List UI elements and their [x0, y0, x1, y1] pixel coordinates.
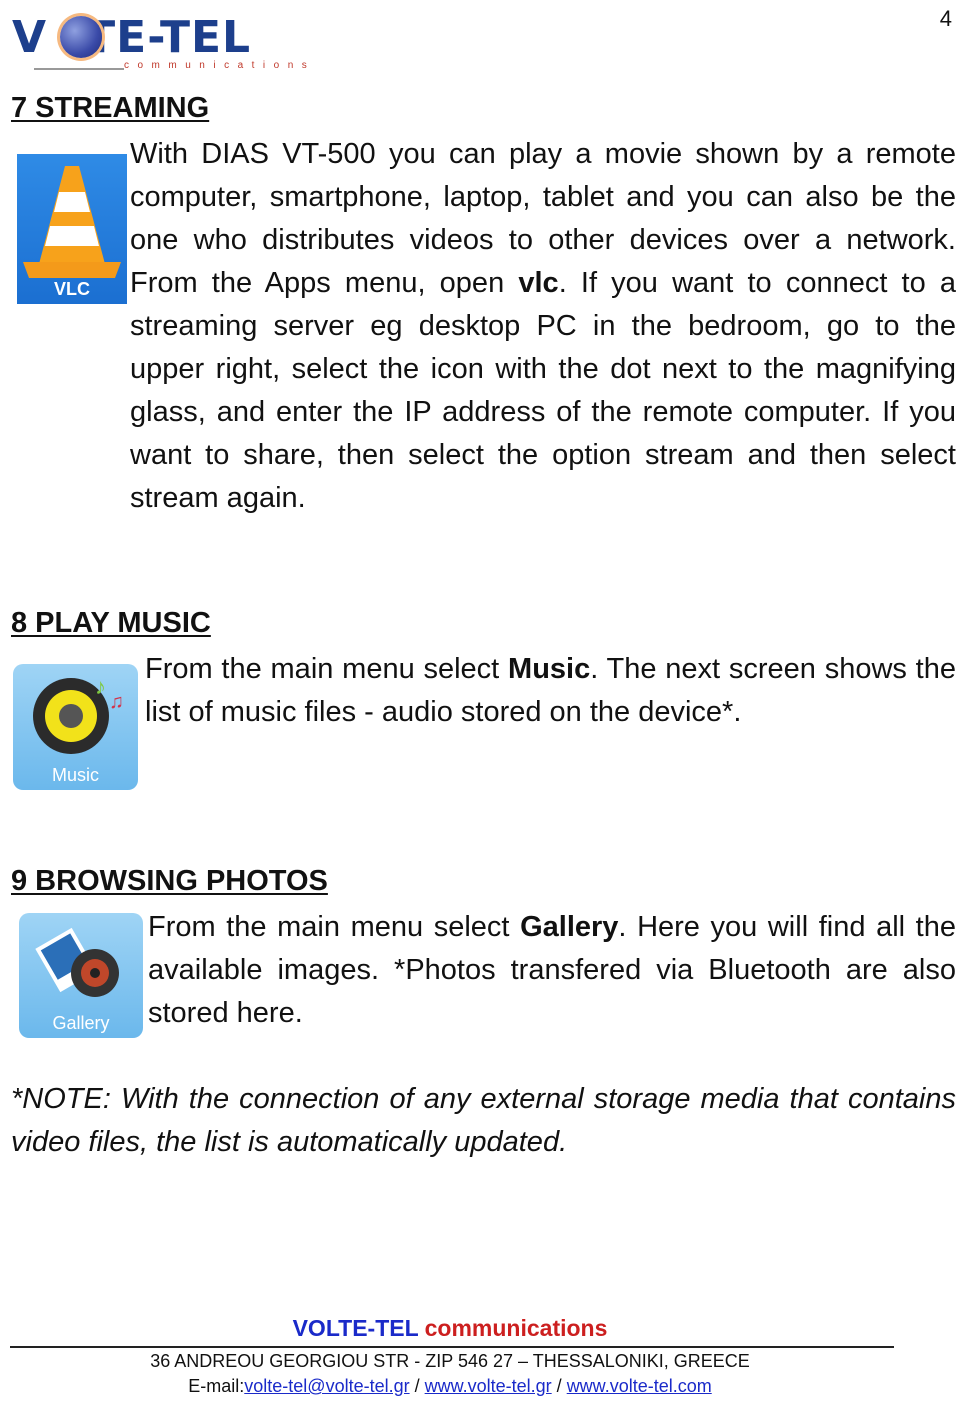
vlc-icon-label: VLC	[54, 279, 90, 299]
footer-brand-suffix: communications	[424, 1315, 608, 1341]
website-com-link[interactable]: www.volte-tel.com	[567, 1376, 712, 1396]
footer-divider	[10, 1346, 894, 1348]
music-icon-label: Music	[51, 765, 99, 785]
svg-text:♪: ♪	[95, 674, 106, 699]
footer-contact: E-mail:volte-tel@volte-tel.gr / www.volt…	[0, 1376, 900, 1397]
gallery-icon: Gallery	[19, 913, 143, 1038]
app-name-gallery: Gallery	[520, 911, 619, 943]
separator: /	[551, 1376, 567, 1396]
company-logo: V LTE-TEL communications	[12, 10, 357, 72]
streaming-paragraph-intro: With DIAS VT-500 you can play a movie sh…	[130, 133, 956, 520]
gallery-icon-label: Gallery	[52, 1013, 110, 1033]
app-name-vlc: vlc	[518, 267, 559, 299]
footer-address: 36 ANDREOU GEORGIOU STR - ZIP 546 27 – T…	[150, 1351, 750, 1371]
gallery-paragraph: From the main menu select Gallery. Here …	[148, 906, 956, 1035]
logo-wordmark: V LTE-TEL	[12, 12, 252, 63]
paragraph-text: From the main menu select	[148, 911, 521, 943]
app-name-music: Music	[508, 653, 591, 685]
website-gr-link[interactable]: www.volte-tel.gr	[425, 1376, 552, 1396]
footer-brand-name: VOLTE-TEL	[292, 1315, 419, 1341]
globe-icon	[60, 16, 102, 58]
email-label: E-mail:	[188, 1376, 245, 1396]
paragraph-text: . If you want to connect to a streaming …	[130, 267, 957, 514]
logo-subtitle: communications	[124, 60, 316, 71]
section-heading-browsing-photos: 9 BROWSING PHOTOS	[11, 865, 328, 897]
vlc-icon: VLC	[17, 154, 127, 304]
paragraph-text: From the main menu select	[145, 653, 509, 685]
separator: /	[409, 1376, 425, 1396]
svg-text:♫: ♫	[109, 691, 124, 713]
music-paragraph: From the main menu select Music. The nex…	[145, 648, 956, 734]
logo-underline	[34, 68, 124, 70]
section-heading-play-music: 8 PLAY MUSIC	[11, 607, 211, 639]
footer-brand: VOLTE-TEL communications	[0, 1315, 900, 1342]
email-link[interactable]: volte-tel@volte-tel.gr	[244, 1376, 409, 1396]
music-icon: ♪ ♫ Music	[13, 664, 138, 790]
page-number: 4	[939, 6, 952, 31]
note-paragraph: *NOTE: With the connection of any extern…	[11, 1083, 956, 1158]
section-heading-streaming: 7 STREAMING	[11, 92, 210, 124]
